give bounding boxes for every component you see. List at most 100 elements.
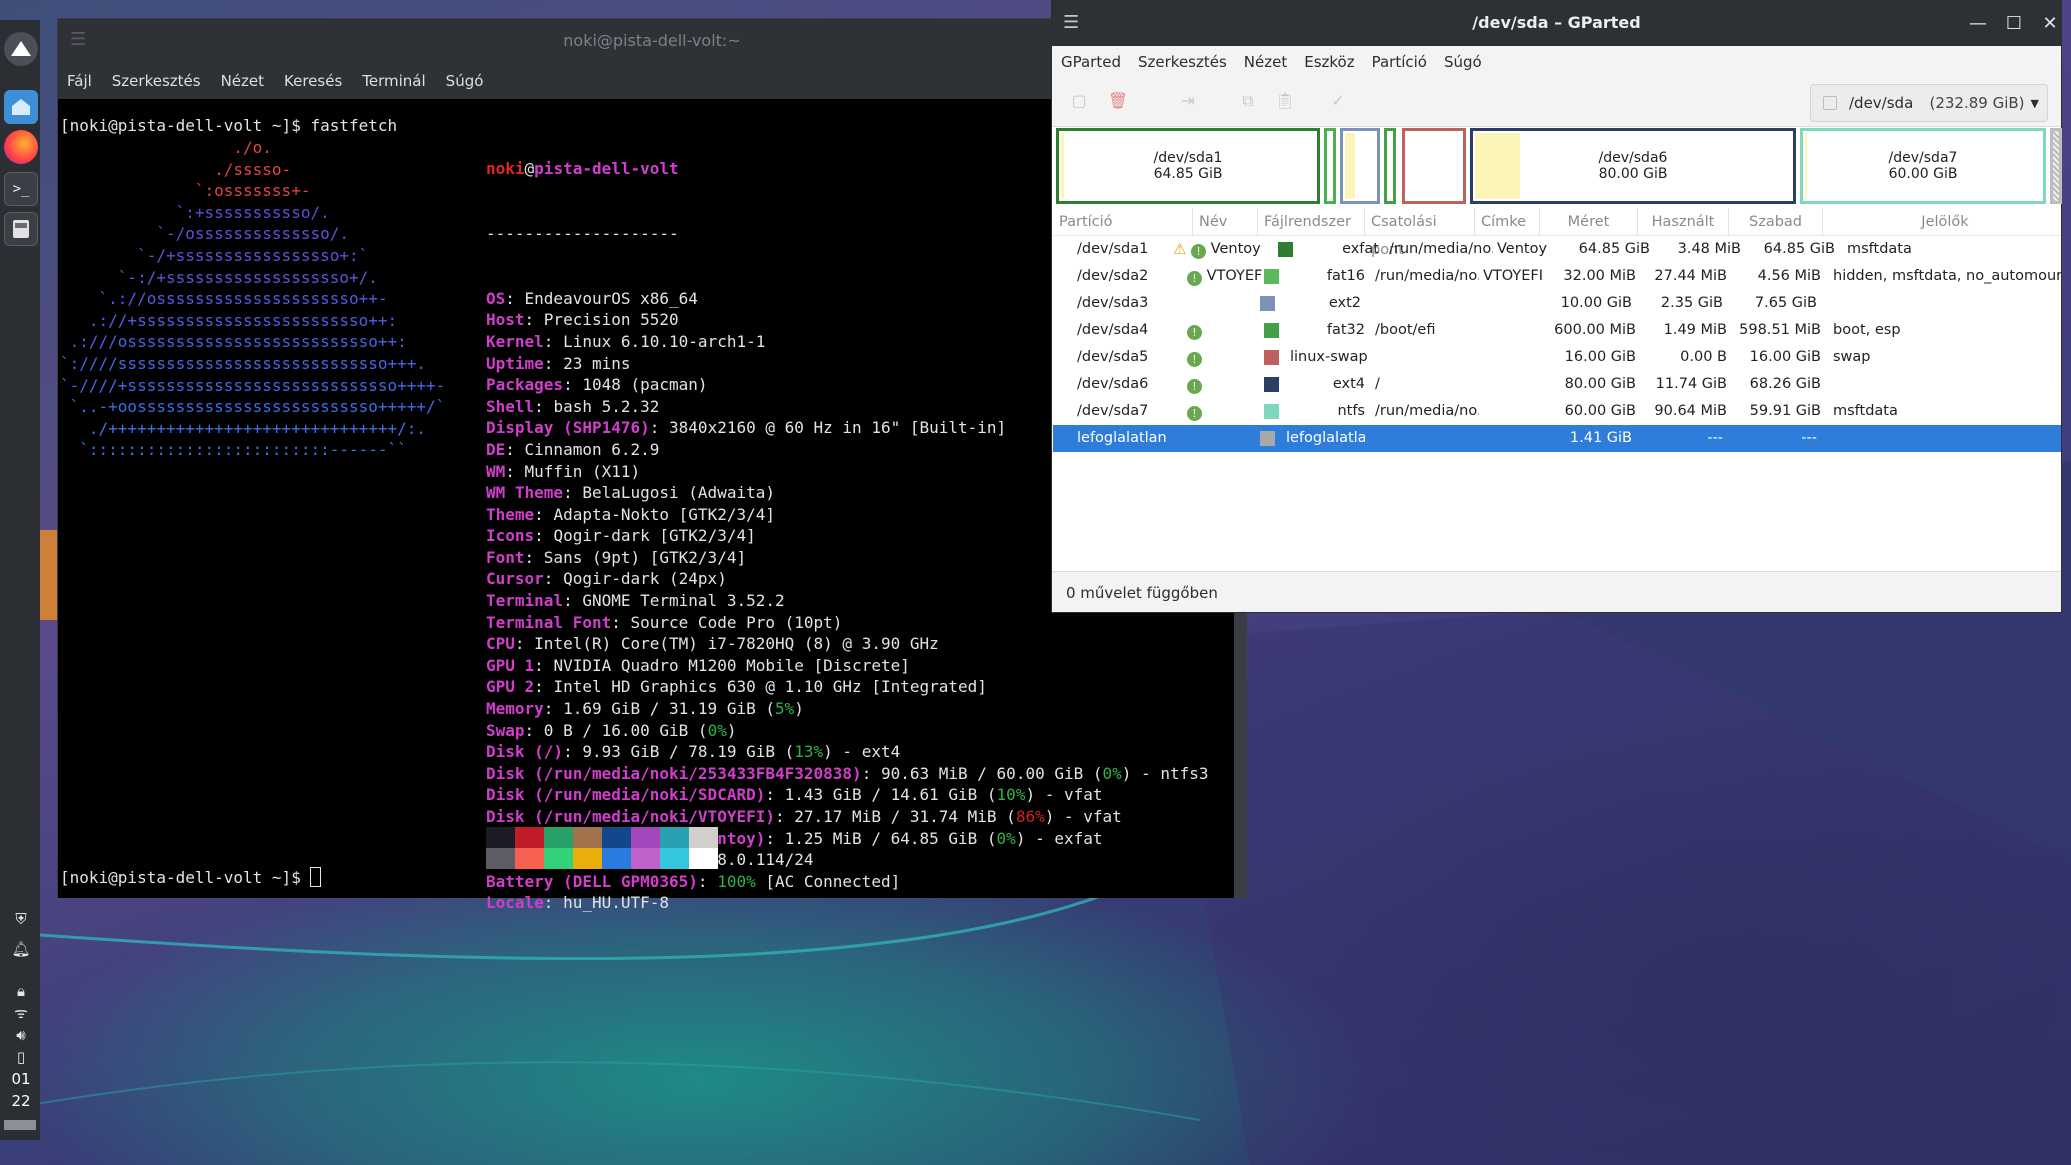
partition-block[interactable] [1324,128,1336,204]
partition-block[interactable]: /dev/sda6 80.00 GiB [1470,128,1796,204]
volume-icon[interactable]: 🔊︎ [8,1024,34,1046]
partition-block[interactable] [1402,128,1466,204]
filesystem-color-swatch [1264,377,1279,392]
table-row[interactable]: /dev/sda5! linux-swap 16.00 GiB 0.00 B 16.0… [1053,344,2061,371]
name-cell [1193,290,1258,317]
column-header[interactable]: Szabad [1729,207,1823,236]
minimize-icon[interactable]: — [1964,10,1992,38]
label-cell [1479,371,1544,398]
gparted-menu-help[interactable]: Súgó [1444,53,1482,71]
info-key: Font [486,547,525,567]
prompt: [noki@pista-dell-volt ~]$ [60,116,311,135]
flags-cell: hidden, msftdata, no_automount [1833,268,2061,284]
table-row[interactable]: /dev/sda4! fat32/boot/efi 600.00 MiB 1.49 … [1053,317,2061,344]
close-icon[interactable]: ✕ [2036,10,2064,38]
command: fastfetch [310,116,398,135]
info-key: Uptime [486,353,544,373]
size-cell: 80.00 GiB [1564,376,1636,392]
info-value: 3840x2160 @ 60 Hz in 16" [Built-in] [669,418,1007,438]
mount-point-cell: /run/media/no... [1375,403,1479,419]
info-key: Host [486,310,525,330]
column-header[interactable]: Méret [1540,207,1638,236]
table-row[interactable]: /dev/sda7! ntfs/run/media/no... 60.00 GiB… [1053,398,2061,425]
used-space-fill [1345,133,1356,199]
battery-icon[interactable]: ▯ [8,1046,34,1068]
device-selector[interactable]: /dev/sda (232.89 GiB) ▼ [1810,84,2048,122]
gparted-menu-device[interactable]: Eszköz [1304,53,1354,71]
logo-line: `:////ssssssssssssssssssssssssssso+++. [60,353,427,373]
mount-point-cell [1365,290,1475,317]
partition-block-size: 80.00 GiB [1598,166,1668,182]
used-cell: 11.74 GiB [1655,376,1727,392]
terminal-icon[interactable]: >_ [4,172,38,206]
column-header[interactable]: Partíció [1053,207,1193,236]
info-suffix: ) [726,720,737,740]
partition-cell: /dev/sda4 [1077,322,1149,338]
table-row[interactable]: /dev/sda3 ext2 10.00 GiB 2.35 GiB 7.65 GiB [1053,290,2061,317]
delete-partition-icon[interactable]: 🗑︎ [1107,91,1129,113]
terminal-menu-help[interactable]: Súgó [446,72,484,90]
paste-icon[interactable]: 📋︎ [1274,91,1296,113]
info-value: NVIDIA Quadro M1200 Mobile [Discrete] [553,655,910,675]
column-header[interactable]: Címke [1475,207,1540,236]
terminal-menu-file[interactable]: Fájl [67,72,92,90]
column-header[interactable]: Csatolási pont [1365,207,1475,258]
workspace-switcher[interactable] [4,1120,36,1130]
logo-line: `-/ossssssssssssso/. [60,224,349,244]
lock-icon[interactable]: 🔒︎ [8,980,34,1002]
column-header[interactable]: Használt [1638,207,1729,236]
clock-hour[interactable]: 01 [4,1070,38,1088]
info-line: CPU: Intel(R) Core(TM) i7-7820HQ (8) @ 3… [486,634,939,654]
notification-bell-icon[interactable]: 🔔︎ [8,938,34,960]
apply-icon[interactable]: ✓ [1327,91,1349,113]
column-header[interactable]: Fájlrendszer [1258,207,1365,236]
shield-icon[interactable]: ⛨ [8,908,34,930]
partition-cell: /dev/sda2 [1077,268,1149,284]
clock-minute[interactable]: 22 [4,1092,38,1110]
home-folder-icon[interactable] [4,90,38,124]
palette-swatch [486,848,515,869]
partition-block[interactable]: /dev/sda1 64.85 GiB [1056,128,1320,204]
table-row[interactable]: /dev/sda6! ext4 / 80.00 GiB 11.74 GiB 68.26 … [1053,371,2061,398]
partition-block[interactable]: /dev/sda7 60.00 GiB [1800,128,2046,204]
new-partition-icon[interactable]: ▢ [1068,91,1090,113]
used-cell: 2.35 GiB [1660,295,1723,311]
terminal-menu-view[interactable]: Nézet [221,72,264,90]
gparted-menu-partition[interactable]: Partíció [1372,53,1427,71]
info-value: 90.63 MiB / 60.00 GiB ( [880,763,1103,783]
maximize-icon[interactable]: ☐ [2000,10,2028,38]
terminal-menu-search[interactable]: Keresés [284,72,342,90]
terminal-menu-terminal[interactable]: Terminál [362,72,425,90]
command-line: [noki@pista-dell-volt ~]$ [60,867,322,889]
gparted-menu-edit[interactable]: Szerkesztés [1138,53,1227,71]
filesystem-value: lefoglalatlan [1286,430,1365,446]
copy-icon[interactable]: ⧉ [1237,91,1259,113]
partition-block[interactable] [1340,128,1380,204]
filesystem-color-swatch [1264,323,1279,338]
filesystem-cell: ext2 [1258,290,1365,317]
info-value: Qogir-dark [GTK2/3/4] [553,526,756,546]
firefox-icon[interactable] [4,130,38,164]
gparted-menu-view[interactable]: Nézet [1244,53,1287,71]
table-row[interactable]: /dev/sda2! VTOYEFIfat16/run/media/no...V… [1053,263,2061,290]
info-key: Cursor [486,569,544,589]
column-header[interactable]: Jelölők [1823,208,2061,236]
table-row[interactable]: /dev/sda1⚠ ! Ventoyexfat/run/media/no...… [1053,236,2061,263]
table-row[interactable]: lefoglalatlan lefoglalatlan 1.41 GiB --- --- [1053,425,2061,452]
gparted-icon[interactable] [4,212,38,246]
used-cell: 0.00 B [1680,349,1727,365]
info-key: Kernel [486,331,544,351]
logo-line: ./++++++++++++++++++++++++++++++/:. [60,418,427,438]
gparted-titlebar[interactable]: ☰ /dev/sda – GParted — ☐ ✕ [1052,1,2061,46]
column-header[interactable]: Név [1193,207,1258,236]
wifi-icon[interactable]: ᯤ [8,1002,34,1024]
resize-move-icon[interactable]: ⇥ [1177,91,1199,113]
percent-value: 0% [707,720,727,740]
terminal-menu-edit[interactable]: Szerkesztés [112,72,201,90]
palette-swatch [573,827,602,848]
gparted-menu-gparted[interactable]: GParted [1061,53,1121,71]
endeavouros-icon[interactable] [4,32,38,66]
partition-block[interactable] [1384,128,1396,204]
ascii-logo: ./o. ./sssso- `:osssssss+- `:+ssssssssss… [60,137,445,461]
partition-block[interactable] [2050,128,2062,204]
